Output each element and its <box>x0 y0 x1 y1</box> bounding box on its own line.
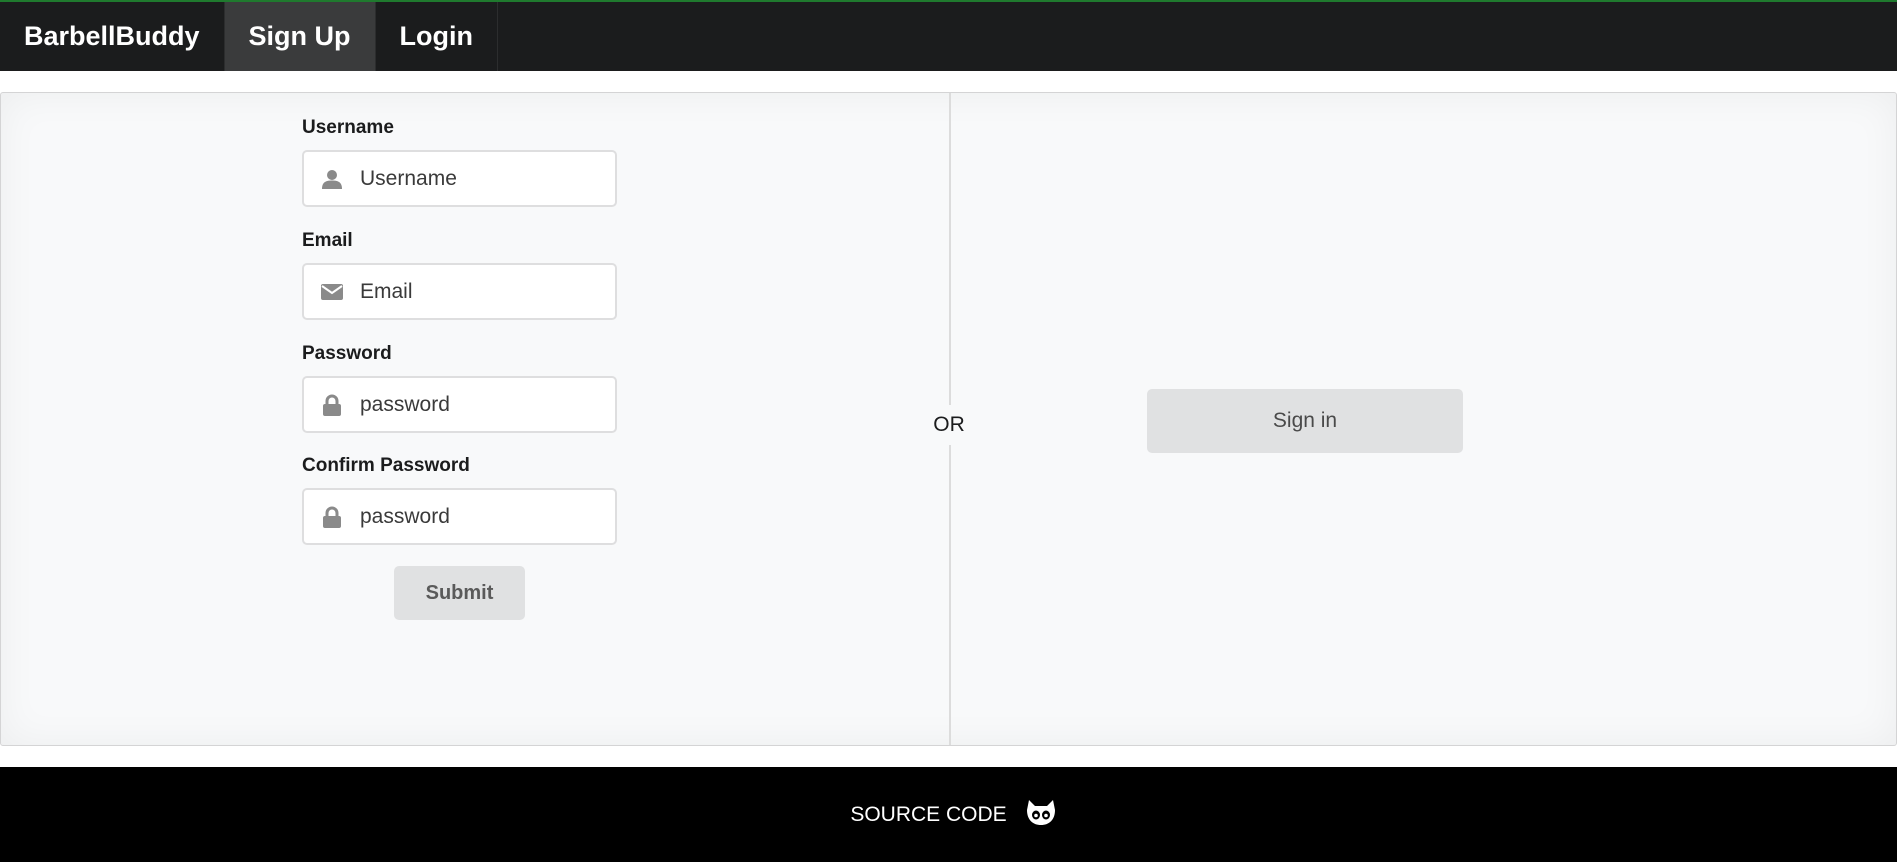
user-icon <box>304 152 360 205</box>
username-field[interactable] <box>302 150 617 207</box>
footer: SOURCE CODE <box>0 767 1897 862</box>
submit-button[interactable]: Submit <box>394 566 525 620</box>
nav-login[interactable]: Login <box>376 2 499 71</box>
username-label: Username <box>302 117 394 138</box>
source-code-label: SOURCE CODE <box>850 802 1007 826</box>
username-input[interactable] <box>360 166 600 191</box>
brand-link[interactable]: BarbellBuddy <box>0 2 225 71</box>
confirm-password-label: Confirm Password <box>302 455 470 476</box>
or-divider-label: OR <box>925 405 973 445</box>
password-field[interactable] <box>302 376 617 433</box>
sign-in-button[interactable]: Sign in <box>1147 389 1463 453</box>
lock-icon <box>304 378 360 431</box>
nav-sign-up[interactable]: Sign Up <box>224 2 376 71</box>
password-label: Password <box>302 343 392 364</box>
confirm-password-field[interactable] <box>302 488 617 545</box>
confirm-password-input[interactable] <box>360 504 600 529</box>
email-label: Email <box>302 230 353 251</box>
source-code-link[interactable]: SOURCE CODE <box>850 798 1056 832</box>
github-icon <box>1025 798 1057 832</box>
lock-icon <box>304 490 360 543</box>
top-navbar: BarbellBuddy Sign Up Login <box>0 0 1897 71</box>
auth-panel: Username Email Password <box>0 92 1897 746</box>
email-field[interactable] <box>302 263 617 320</box>
email-input[interactable] <box>360 279 600 304</box>
envelope-icon <box>304 265 360 318</box>
password-input[interactable] <box>360 392 600 417</box>
